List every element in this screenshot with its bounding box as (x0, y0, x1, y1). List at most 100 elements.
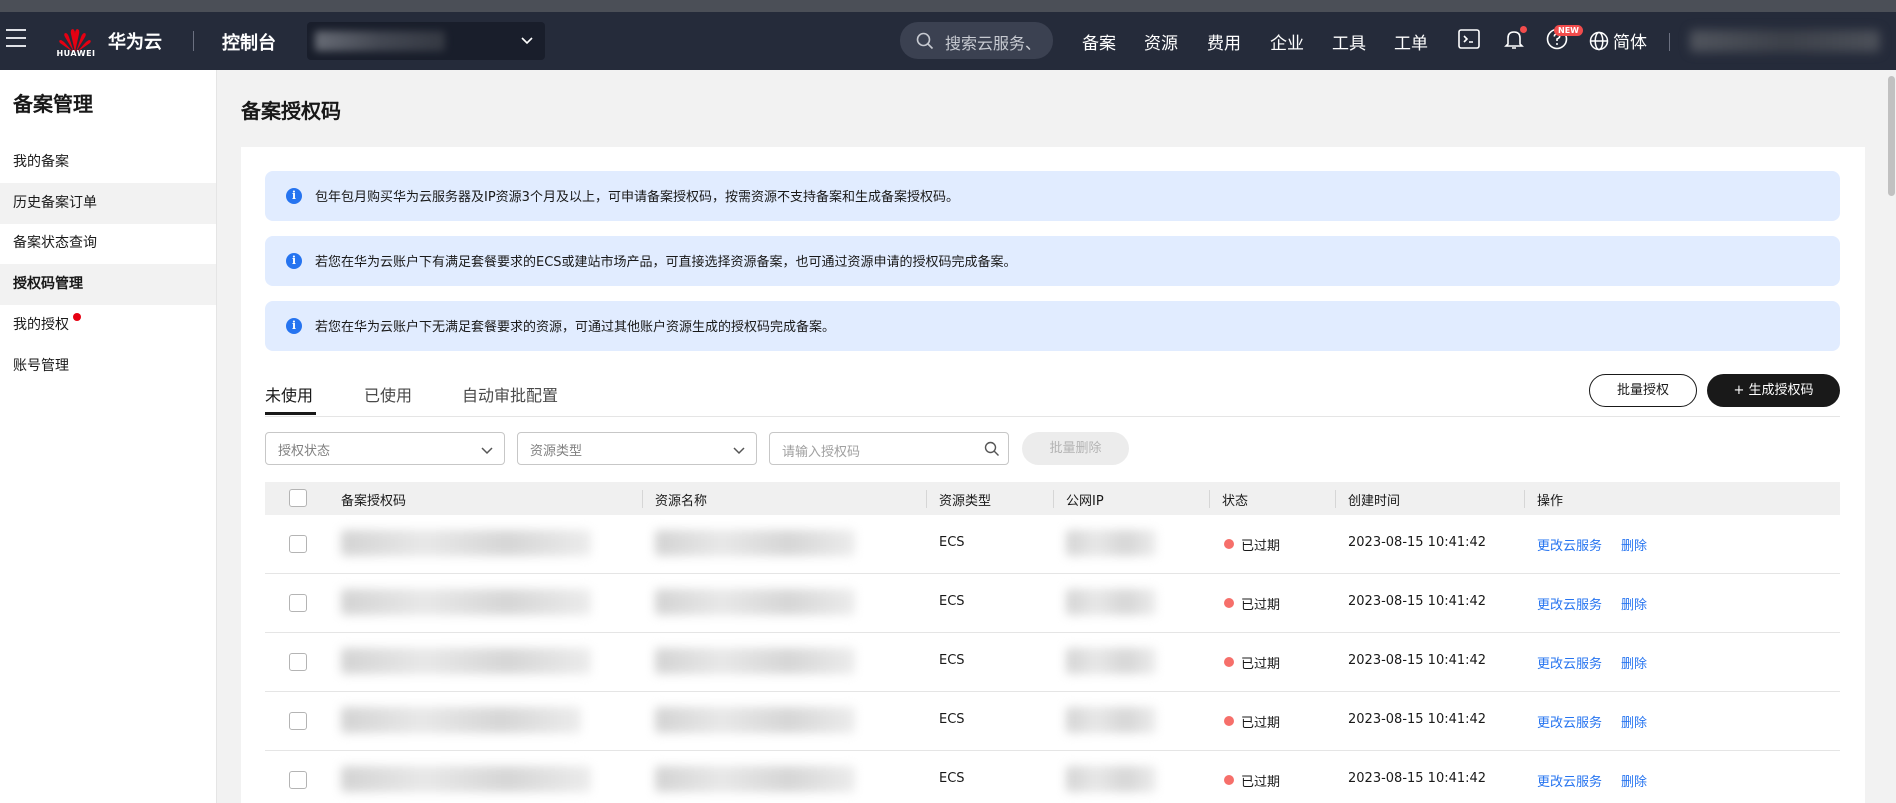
console-link[interactable]: 控制台 (222, 29, 276, 55)
resource-type: ECS (939, 535, 965, 550)
tab-used[interactable]: 已使用 (364, 382, 412, 406)
tab-unused[interactable]: 未使用 (265, 382, 313, 406)
created-time: 2023-08-15 10:41:42 (1348, 712, 1487, 727)
sidebar-title: 备案管理 (13, 92, 93, 116)
created-time: 2023-08-15 10:41:42 (1348, 653, 1487, 668)
header-divider (193, 31, 194, 51)
public-ip-redacted (1066, 589, 1156, 615)
info-icon: i (286, 318, 302, 334)
nav-tickets[interactable]: 工单 (1394, 29, 1428, 54)
column-header[interactable]: 资源名称 (655, 490, 707, 509)
banner-text: 若您在华为云账户下有满足套餐要求的ECS或建站市场产品，可直接选择资源备案，也可… (315, 255, 1017, 270)
resource-type-select[interactable]: 资源类型 (517, 432, 757, 465)
tab-auto-approval-config[interactable]: 自动审批配置 (462, 382, 558, 406)
globe-icon (1589, 31, 1609, 51)
column-separator[interactable] (1524, 490, 1525, 508)
expired-status-dot (1224, 775, 1234, 785)
top-strip (0, 0, 1896, 12)
user-account-redacted[interactable] (1690, 30, 1880, 52)
nav-filing[interactable]: 备案 (1082, 29, 1116, 54)
info-banner: i 若您在华为云账户下有满足套餐要求的ECS或建站市场产品，可直接选择资源备案，… (265, 236, 1840, 286)
search-icon[interactable] (984, 441, 1000, 457)
resource-name-redacted (655, 589, 855, 615)
sidebar-item-my-authorization[interactable]: 我的授权 (0, 305, 216, 346)
auth-code-redacted (341, 707, 581, 733)
row-checkbox[interactable] (289, 535, 307, 553)
row-checkbox[interactable] (289, 653, 307, 671)
banner-text: 若您在华为云账户下无满足套餐要求的资源，可通过其他账户资源生成的授权码完成备案。 (315, 320, 836, 335)
chevron-down-icon (481, 447, 493, 455)
change-service-link[interactable]: 更改云服务 (1537, 771, 1602, 790)
table-row: ECS 已过期 2023-08-15 10:41:42 更改云服务 删除 (265, 574, 1840, 633)
column-header[interactable]: 备案授权码 (341, 490, 406, 509)
change-service-link[interactable]: 更改云服务 (1537, 653, 1602, 672)
scrollbar-thumb[interactable] (1888, 76, 1895, 196)
column-header[interactable]: 创建时间 (1348, 490, 1400, 509)
sidebar-item-status-query[interactable]: 备案状态查询 (0, 223, 216, 264)
language-label: 简体 (1613, 33, 1647, 53)
sidebar-item-account-management[interactable]: 账号管理 (0, 346, 216, 387)
created-time: 2023-08-15 10:41:42 (1348, 594, 1487, 609)
logo-text: HUAWEI (56, 49, 96, 58)
status-text: 已过期 (1241, 716, 1281, 731)
language-switcher[interactable]: 简体 (1589, 28, 1647, 53)
created-time: 2023-08-15 10:41:42 (1348, 535, 1487, 550)
row-checkbox[interactable] (289, 594, 307, 612)
column-separator[interactable] (1335, 490, 1336, 508)
row-checkbox[interactable] (289, 771, 307, 789)
delete-link[interactable]: 删除 (1621, 712, 1647, 731)
info-banner: i 若您在华为云账户下无满足套餐要求的资源，可通过其他账户资源生成的授权码完成备… (265, 301, 1840, 351)
delete-link[interactable]: 删除 (1621, 535, 1647, 554)
public-ip-redacted (1066, 530, 1156, 556)
nav-enterprise[interactable]: 企业 (1270, 29, 1304, 54)
delete-link[interactable]: 删除 (1621, 771, 1647, 790)
delete-link[interactable]: 删除 (1621, 594, 1647, 613)
nav-tools[interactable]: 工具 (1332, 29, 1366, 54)
generate-code-button[interactable]: + 生成授权码 (1707, 374, 1840, 407)
info-icon: i (286, 253, 302, 269)
auth-code-search-input[interactable]: 请输入授权码 (769, 432, 1009, 465)
change-service-link[interactable]: 更改云服务 (1537, 712, 1602, 731)
sidebar-item-auth-code-management[interactable]: 授权码管理 (0, 264, 216, 305)
new-badge: NEW (1554, 25, 1583, 36)
status-text: 已过期 (1241, 598, 1281, 613)
region-selector[interactable] (307, 22, 545, 60)
page-scrollbar[interactable] (1887, 70, 1896, 803)
change-service-link[interactable]: 更改云服务 (1537, 535, 1602, 554)
public-ip-redacted (1066, 766, 1156, 792)
auth-code-redacted (341, 648, 591, 674)
created-time: 2023-08-15 10:41:42 (1348, 771, 1487, 786)
column-header[interactable]: 状态 (1222, 490, 1248, 509)
sidebar-item-label: 我的授权 (13, 317, 69, 333)
batch-authorize-button[interactable]: 批量授权 (1589, 374, 1697, 407)
column-header[interactable]: 公网IP (1066, 490, 1104, 509)
brand-name[interactable]: 华为云 (108, 28, 162, 54)
table-row: ECS 已过期 2023-08-15 10:41:42 更改云服务 删除 (265, 633, 1840, 692)
auth-status-select[interactable]: 授权状态 (265, 432, 505, 465)
column-separator[interactable] (642, 490, 643, 508)
row-checkbox[interactable] (289, 712, 307, 730)
active-tab-indicator (265, 412, 316, 415)
column-separator[interactable] (926, 490, 927, 508)
hamburger-menu-icon[interactable] (6, 29, 26, 49)
global-search-input[interactable]: 搜索云服务、 (900, 22, 1053, 59)
status-text: 已过期 (1241, 657, 1281, 672)
column-header[interactable]: 资源类型 (939, 490, 991, 509)
select-all-checkbox[interactable] (289, 489, 307, 507)
search-icon (916, 32, 934, 50)
nav-resources[interactable]: 资源 (1144, 29, 1178, 54)
sidebar-item-history-orders[interactable]: 历史备案订单 (0, 183, 216, 224)
column-separator[interactable] (1053, 490, 1054, 508)
column-separator[interactable] (1209, 490, 1210, 508)
change-service-link[interactable]: 更改云服务 (1537, 594, 1602, 613)
nav-billing[interactable]: 费用 (1207, 29, 1241, 54)
delete-link[interactable]: 删除 (1621, 653, 1647, 672)
resource-type: ECS (939, 653, 965, 668)
auth-code-redacted (341, 766, 591, 792)
expired-status-dot (1224, 716, 1234, 726)
sidebar-item-my-filing[interactable]: 我的备案 (0, 142, 216, 183)
table-row: ECS 已过期 2023-08-15 10:41:42 更改云服务 删除 (265, 515, 1840, 574)
terminal-icon[interactable] (1457, 27, 1481, 51)
expired-status-dot (1224, 657, 1234, 667)
batch-delete-button[interactable]: 批量删除 (1022, 432, 1129, 465)
